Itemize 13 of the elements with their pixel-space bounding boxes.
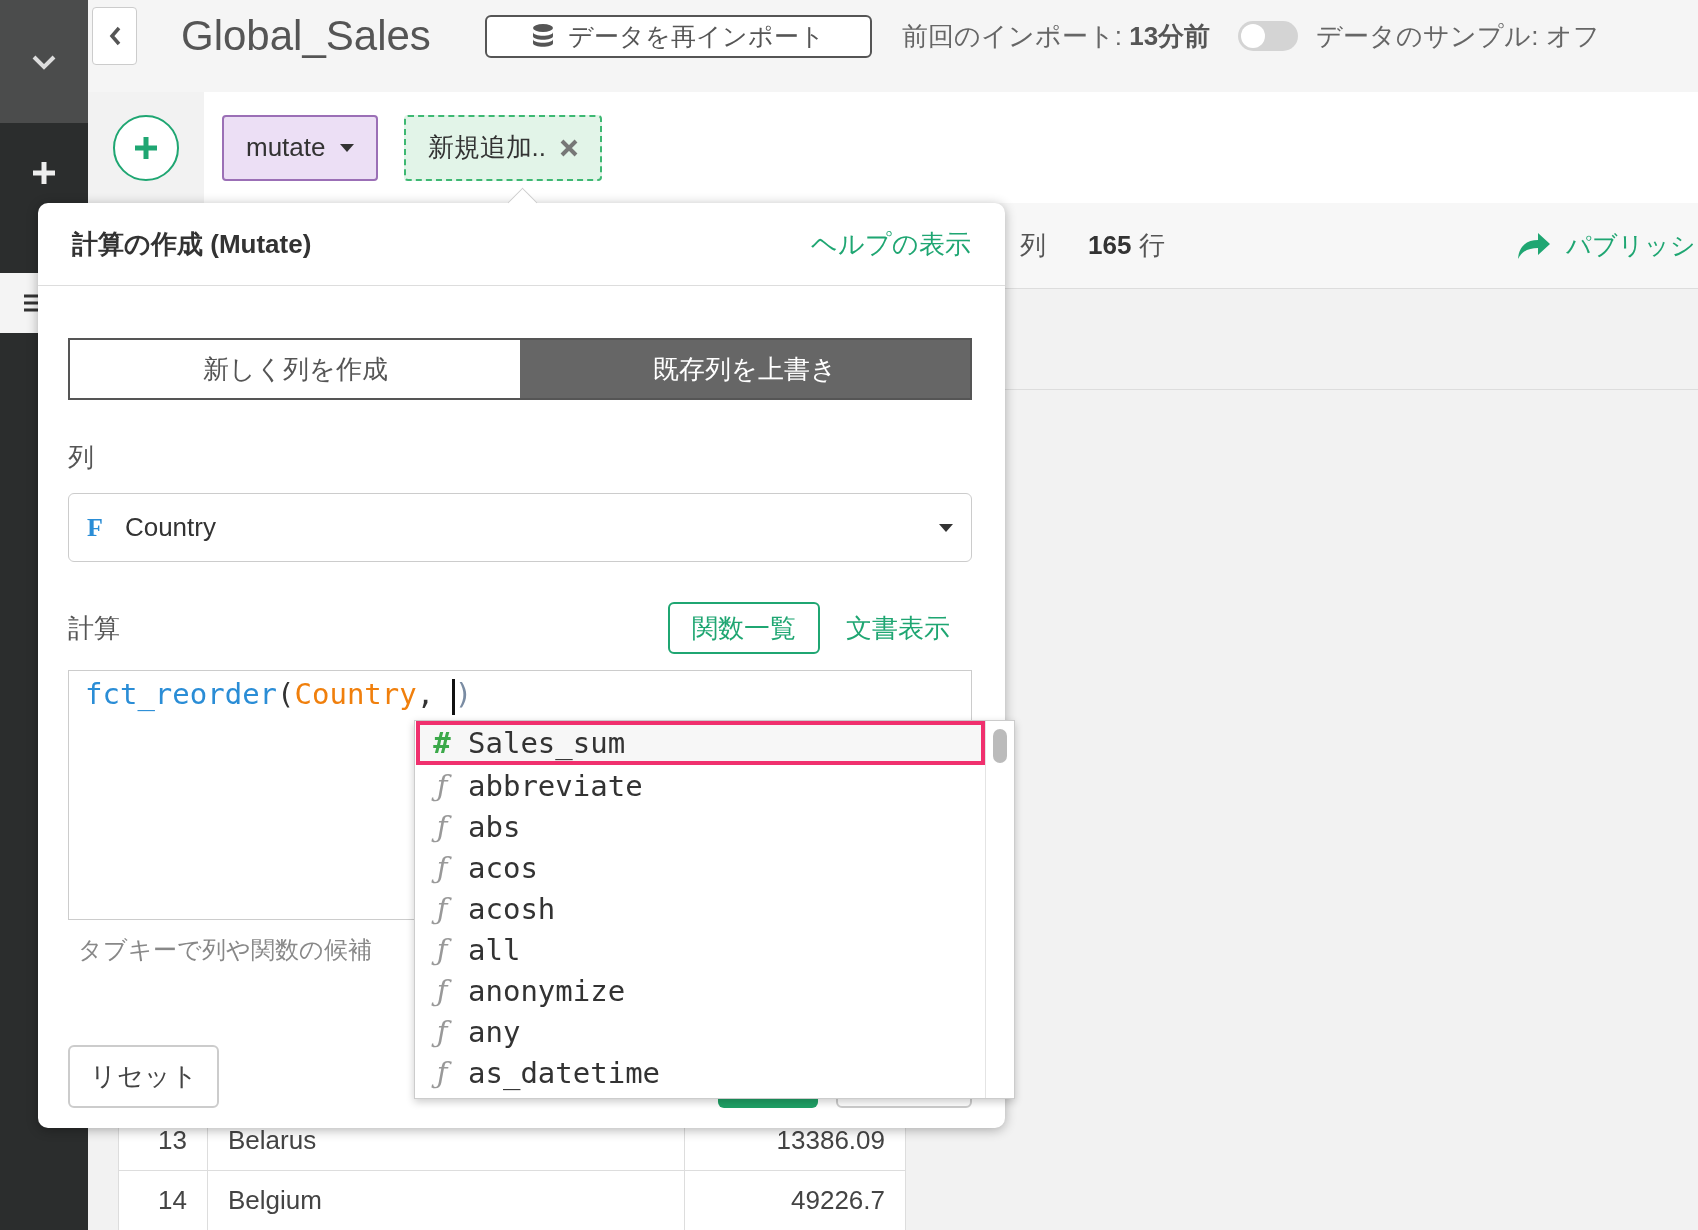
dialog-title: 計算の作成 (Mutate) (72, 227, 312, 261)
dataset-title: Global_Sales (181, 12, 431, 60)
sample-label: データのサンプル: オフ (1316, 19, 1600, 53)
stat-text: 列 (1020, 229, 1046, 262)
table-cell: 49226.7 (685, 1171, 906, 1230)
last-import-text: 前回のインポート: 13分前 (901, 19, 1211, 53)
row-number: 14 (118, 1171, 208, 1230)
type-letter: F (87, 512, 103, 543)
stat-text: 165 行 (1088, 229, 1165, 262)
table-cell: Belgium (208, 1171, 685, 1230)
hint-text: タブキーで列や関数の候補 (77, 935, 372, 965)
field-label: 列 (68, 441, 94, 474)
field-label: 計算 (68, 611, 120, 645)
